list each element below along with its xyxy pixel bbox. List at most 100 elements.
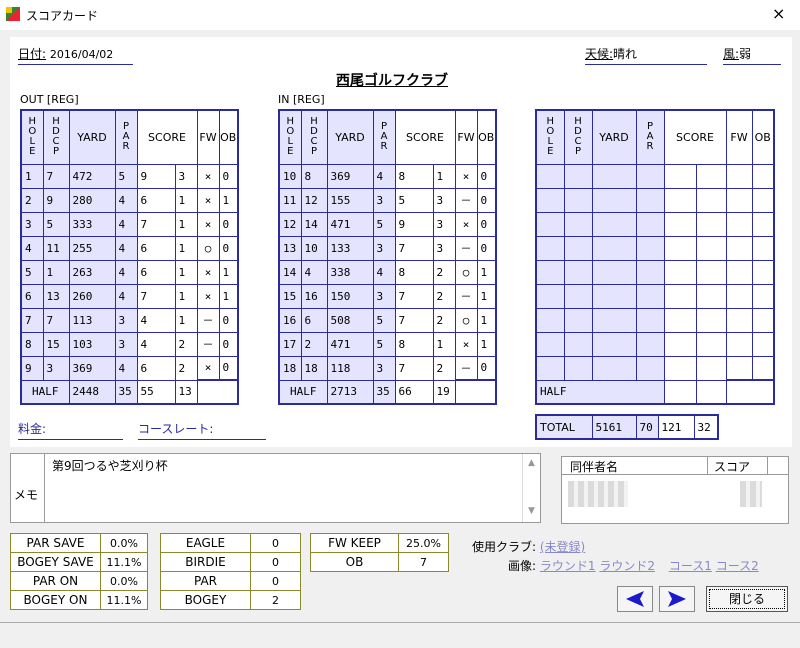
total-score: 121	[657, 414, 695, 440]
fw-cell: －	[454, 235, 478, 261]
putts-cell	[695, 331, 727, 357]
next-button[interactable]	[659, 586, 695, 612]
score-header: SCORE	[663, 109, 727, 165]
companion-list[interactable]: 同伴者名 スコア	[561, 456, 789, 524]
ob-cell: 1	[218, 187, 239, 213]
ob-cell: 0	[218, 307, 239, 333]
par-cell: 3	[372, 283, 396, 309]
score-cell: 7	[394, 355, 434, 381]
putts-cell: 3	[432, 235, 456, 261]
close-icon[interactable]: ×	[772, 4, 785, 23]
out-header-row: HOLE HDCP YARD PAR SCORE FW OB	[20, 109, 239, 165]
stat-value: 11.1%	[100, 552, 148, 572]
yard-cell: 369	[68, 355, 116, 381]
fw-cell: －	[454, 355, 478, 381]
score-cell: 6	[136, 235, 176, 261]
companion-name-redacted	[568, 481, 628, 507]
hole-row: 7 7 113 3 4 1 － 0	[20, 307, 239, 333]
scroll-down-icon[interactable]: ▼	[523, 506, 540, 516]
clubs-label: 使用クラブ:	[472, 540, 537, 554]
putts-cell: 2	[432, 355, 456, 381]
yard-cell	[591, 259, 637, 285]
scroll-up-icon[interactable]: ▲	[523, 458, 540, 468]
clubs-row: 使用クラブ: (未登録)	[472, 538, 585, 555]
course2-link[interactable]: コース2	[716, 559, 759, 573]
total-par: 70	[635, 414, 659, 440]
yard-cell: 133	[326, 235, 374, 261]
clubs-link[interactable]: (未登録)	[540, 540, 585, 554]
hdcp-cell	[563, 235, 593, 261]
hole-cell: 18	[278, 355, 302, 381]
hdcp-cell	[563, 211, 593, 237]
score-cell: 7	[136, 283, 176, 309]
ob-cell	[751, 235, 775, 261]
round2-link[interactable]: ラウンド2	[599, 559, 655, 573]
in-half-row: HALF 2713 35 66 19	[278, 379, 496, 405]
par-cell	[635, 187, 665, 213]
yard-cell: 118	[326, 355, 374, 381]
fw-cell	[725, 355, 753, 381]
score-cell: 4	[136, 331, 176, 357]
stat-value: 2	[250, 590, 301, 610]
yard-cell	[591, 331, 637, 357]
ob-cell: 0	[476, 235, 497, 261]
wind-label: 風:	[723, 47, 740, 61]
score-header: SCORE	[394, 109, 456, 165]
half-label: HALF	[20, 379, 70, 405]
total-yard: 5161	[591, 414, 637, 440]
out-label: OUT [REG]	[20, 93, 79, 106]
score-cell: 8	[394, 259, 434, 285]
ob-cell: 0	[218, 235, 239, 261]
fee-field: 料金:	[18, 420, 123, 440]
extra-half-row: HALF	[535, 379, 774, 405]
score-cell: 9	[394, 211, 434, 237]
yard-cell	[591, 307, 637, 333]
par-cell: 4	[114, 187, 138, 213]
hdcp-cell: 16	[300, 283, 328, 309]
stat-row: BOGEY SAVE 11.1%	[10, 552, 148, 572]
stat-value: 0	[250, 533, 301, 553]
fw-cell	[725, 307, 753, 333]
stat-value: 25.0%	[398, 533, 449, 553]
round1-link[interactable]: ラウンド1	[540, 559, 596, 573]
yard-cell: 472	[68, 163, 116, 189]
stat-label: PAR	[160, 571, 251, 591]
arrow-left-icon	[626, 591, 644, 607]
fw-cell: ×	[196, 283, 220, 309]
stat-label: OB	[310, 552, 399, 572]
hdcp-header: HDCP	[300, 109, 328, 165]
date-field: 日付: 2016/04/02	[18, 45, 133, 65]
par-cell: 5	[372, 331, 396, 357]
title-bar	[0, 0, 800, 30]
half-par: 35	[114, 379, 138, 405]
putts-cell	[695, 259, 727, 285]
empty-cell	[726, 379, 774, 404]
half-putts: 19	[432, 379, 456, 405]
hole-row: 14 4 338 4 8 2 ○ 1	[278, 259, 497, 285]
memo-text[interactable]: 第9回つるや芝刈り杯	[52, 457, 168, 474]
stat-row: EAGLE 0	[160, 533, 301, 553]
hdcp-cell: 9	[42, 187, 70, 213]
club-name: 西尾ゴルフクラブ	[336, 73, 448, 89]
companion-score-header: スコア	[714, 460, 751, 474]
putts-cell: 3	[432, 211, 456, 237]
course1-link[interactable]: コース1	[669, 559, 712, 573]
par-cell: 3	[372, 187, 396, 213]
par-cell: 4	[114, 259, 138, 285]
memo-scrollbar[interactable]: ▲ ▼	[522, 454, 540, 522]
app-icon	[6, 7, 20, 21]
half-label: HALF	[535, 379, 665, 405]
companion-header: 同伴者名 スコア	[562, 457, 788, 475]
stat-row: BOGEY 2	[160, 590, 301, 610]
hole-cell	[535, 211, 565, 237]
hdcp-cell: 10	[300, 235, 328, 261]
ob-cell: 1	[218, 283, 239, 309]
hole-row: 10 8 369 4 8 1 × 0	[278, 163, 497, 189]
companion-divider	[707, 457, 708, 475]
hole-cell: 7	[20, 307, 44, 333]
fw-cell: －	[196, 307, 220, 333]
close-button[interactable]: 閉じる	[706, 586, 788, 612]
ob-cell: 0	[476, 187, 497, 213]
fee-label: 料金:	[18, 422, 47, 436]
prev-button[interactable]	[617, 586, 653, 612]
